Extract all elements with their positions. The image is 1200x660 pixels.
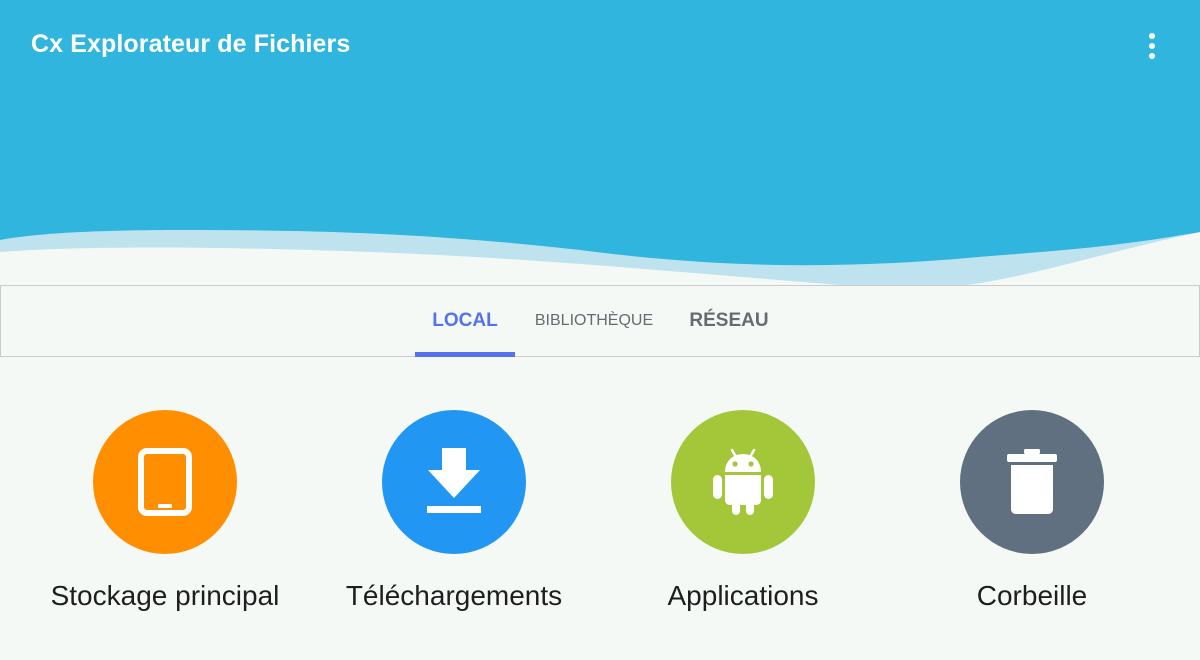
tab-reseau-label: RÉSEAU [689,310,769,331]
active-tab-indicator [415,352,515,357]
tab-reseau[interactable]: RÉSEAU [677,286,781,356]
main-storage-label: Stockage principal [50,580,280,611]
downloads-label: Téléchargements [345,580,563,611]
applications-label: Applications [667,580,819,611]
tab-local-label: LOCAL [432,310,498,331]
main-storage-circle [93,410,237,554]
overflow-menu-button[interactable] [1132,26,1172,66]
app-title: Cx Explorateur de Fichiers [31,30,351,58]
tab-bibliotheque-label: BIBLIOTHÈQUE [534,312,654,329]
trash-icon [1007,449,1057,514]
shortcut-main-storage[interactable]: Stockage principal [20,410,310,630]
tablet-icon [138,448,192,516]
tab-local[interactable]: LOCAL [415,286,515,357]
download-icon [427,448,481,513]
app-header: Cx Explorateur de Fichiers [0,0,1200,290]
tab-bar: LOCAL BIBLIOTHÈQUE RÉSEAU [0,285,1200,357]
shortcut-applications[interactable]: Applications [598,410,888,630]
more-vertical-icon [1149,33,1155,59]
trash-circle [960,410,1104,554]
android-icon [713,448,773,515]
applications-circle [671,410,815,554]
trash-label: Corbeille [976,580,1088,611]
shortcut-trash[interactable]: Corbeille [887,410,1177,630]
file-explorer-app: Cx Explorateur de Fichiers LOCAL BIBLIOT… [0,0,1200,660]
tab-bibliotheque[interactable]: BIBLIOTHÈQUE [523,286,665,356]
shortcut-downloads[interactable]: Téléchargements [309,410,599,630]
downloads-circle [382,410,526,554]
